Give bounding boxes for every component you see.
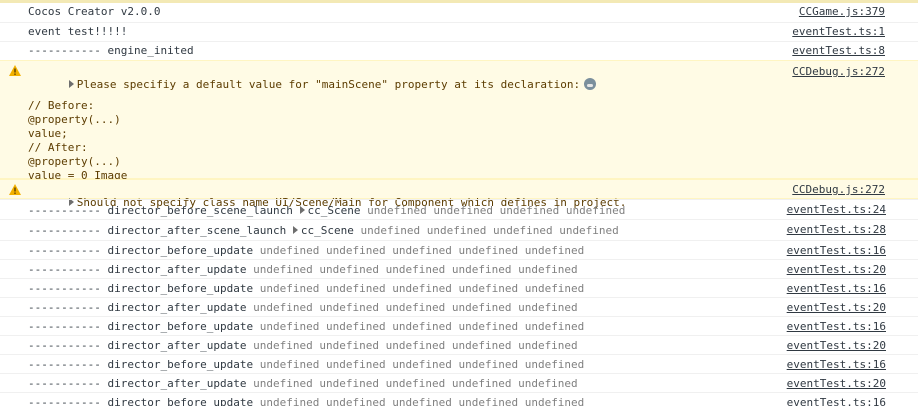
message-text: ----------- director_after_update undefi… <box>28 263 578 276</box>
console-message: ----------- director_after_update undefi… <box>0 373 918 392</box>
console-message: ----------- director_before_update undef… <box>0 392 918 406</box>
undefined-values: undefined undefined undefined undefined … <box>259 282 585 295</box>
console-warning: Should not specify class name UI/Scene/M… <box>0 179 918 209</box>
message-text: ----------- director_before_update undef… <box>28 396 584 406</box>
expand-triangle-icon[interactable] <box>292 226 298 234</box>
source-link[interactable]: eventTest.ts:8 <box>792 44 885 57</box>
message-text: ----------- director_before_update undef… <box>28 358 584 371</box>
message-text: ----------- director_before_scene_launch… <box>28 204 625 217</box>
undefined-values: undefined undefined undefined undefined … <box>259 244 585 257</box>
message-text: ----------- director_after_update undefi… <box>28 339 578 352</box>
event-name: ----------- director_after_scene_launch <box>28 224 287 237</box>
undefined-values: undefined undefined undefined undefined … <box>253 377 578 390</box>
console-message: ----------- engine_inited eventTest.ts:8 <box>0 41 918 60</box>
warning-triangle-icon <box>9 65 21 76</box>
event-name: ----------- director_before_update <box>28 320 254 333</box>
undefined-values: undefined undefined undefined undefined <box>360 224 619 237</box>
event-name: ----------- director_after_update <box>28 339 247 352</box>
undefined-values: undefined undefined undefined undefined … <box>253 339 578 352</box>
event-name: ----------- director_before_update <box>28 358 254 371</box>
source-link[interactable]: eventTest.ts:20 <box>787 339 886 352</box>
message-text: ----------- director_before_update undef… <box>28 320 584 333</box>
event-name: ----------- director_before_update <box>28 396 254 406</box>
console-message: event test!!!!! eventTest.ts:1 <box>0 22 918 41</box>
undefined-values: undefined undefined undefined undefined … <box>259 320 585 333</box>
event-name: ----------- director_before_update <box>28 282 254 295</box>
source-link[interactable]: eventTest.ts:1 <box>792 25 885 38</box>
undefined-values: undefined undefined undefined undefined … <box>259 396 585 406</box>
source-link[interactable]: eventTest.ts:16 <box>787 282 886 295</box>
warning-triangle-icon <box>9 184 21 195</box>
console-message: ----------- director_after_scene_launch … <box>0 219 918 240</box>
console-message: ----------- director_after_update undefi… <box>0 335 918 354</box>
console-message: ----------- director_after_update undefi… <box>0 297 918 316</box>
console-message: ----------- director_before_update undef… <box>0 240 918 259</box>
event-name: ----------- director_after_update <box>28 377 247 390</box>
message-text: ----------- director_before_update undef… <box>28 282 584 295</box>
message-text: Cocos Creator v2.0.0 <box>28 5 161 18</box>
source-link[interactable]: CCDebug.js:272 <box>792 65 885 78</box>
source-link[interactable]: eventTest.ts:16 <box>787 358 886 371</box>
expand-triangle-icon[interactable] <box>299 206 305 214</box>
console-warning: Please specifiy a default value for "mai… <box>0 60 918 182</box>
source-link[interactable]: eventTest.ts:16 <box>787 396 886 406</box>
warning-text: Please specifiy a default value for "mai… <box>76 78 581 91</box>
console-message: ----------- director_before_update undef… <box>0 278 918 297</box>
event-name: ----------- director_after_update <box>28 301 247 314</box>
message-text: ----------- director_after_update undefi… <box>28 301 578 314</box>
event-name: ----------- director_before_update <box>28 244 254 257</box>
message-text: event test!!!!! <box>28 25 128 38</box>
object-label[interactable]: cc_Scene <box>308 204 361 217</box>
source-link[interactable]: eventTest.ts:24 <box>787 203 886 216</box>
source-link[interactable]: eventTest.ts:20 <box>787 377 886 390</box>
console-panel: Cocos Creator v2.0.0 CCGame.js:379 event… <box>0 0 918 406</box>
source-link[interactable]: eventTest.ts:20 <box>787 263 886 276</box>
message-text: ----------- engine_inited <box>28 44 194 57</box>
undefined-values: undefined undefined undefined undefined <box>367 204 626 217</box>
source-link[interactable]: eventTest.ts:28 <box>787 223 886 236</box>
source-link[interactable]: CCDebug.js:272 <box>792 183 885 196</box>
expand-triangle-icon[interactable] <box>68 80 74 88</box>
console-message: ----------- director_before_update undef… <box>0 354 918 373</box>
source-link[interactable]: CCGame.js:379 <box>799 5 885 18</box>
event-name: ----------- director_before_scene_launch <box>28 204 293 217</box>
console-message: ----------- director_after_update undefi… <box>0 259 918 278</box>
event-name: ----------- director_after_update <box>28 263 247 276</box>
console-message: Cocos Creator v2.0.0 CCGame.js:379 <box>0 3 918 22</box>
code-snippet: // Before: @property(...) value; // Afte… <box>28 99 128 182</box>
source-link[interactable]: eventTest.ts:16 <box>787 244 886 257</box>
message-text: ----------- director_after_scene_launch … <box>28 224 619 237</box>
console-message: ----------- director_before_update undef… <box>0 316 918 335</box>
message-text: ----------- director_before_update undef… <box>28 244 584 257</box>
source-link[interactable]: eventTest.ts:16 <box>787 320 886 333</box>
console-message: ----------- director_before_scene_launch… <box>0 199 918 219</box>
source-link[interactable]: eventTest.ts:20 <box>787 301 886 314</box>
object-label[interactable]: cc_Scene <box>301 224 354 237</box>
undefined-values: undefined undefined undefined undefined … <box>259 358 585 371</box>
message-text: ----------- director_after_update undefi… <box>28 377 578 390</box>
undefined-values: undefined undefined undefined undefined … <box>253 301 578 314</box>
fearful-face-emoji-icon <box>584 78 597 90</box>
undefined-values: undefined undefined undefined undefined … <box>253 263 578 276</box>
